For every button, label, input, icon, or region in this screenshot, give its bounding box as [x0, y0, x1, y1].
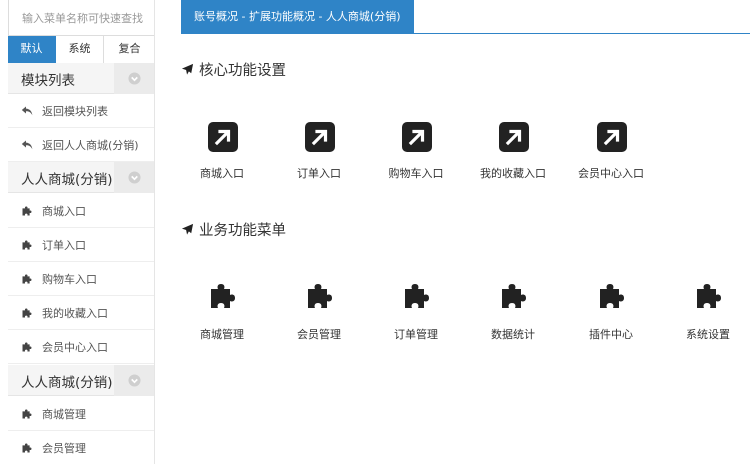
plane-icon: [181, 63, 194, 75]
sidebar-item-label: 会员中心入口: [42, 341, 108, 354]
external-link-icon: [499, 122, 529, 152]
sidebar-group-title: 人人商城(分销): [21, 375, 113, 391]
tile-cart-entry[interactable]: 购物车入口: [366, 121, 466, 201]
tile-label: 系统设置: [686, 328, 730, 341]
sidebar-item-back-shop[interactable]: 返回人人商城(分销): [8, 128, 154, 162]
puzzle-icon: [211, 284, 235, 308]
sidebar-item-member-entry[interactable]: 会员中心入口: [8, 330, 154, 364]
puzzle-icon: [502, 284, 526, 308]
tab-default[interactable]: 默认: [8, 36, 56, 63]
tab-system[interactable]: 系统: [56, 36, 104, 63]
main-content: 账号概况 - 扩展功能概况 - 人人商城(分销) 核心功能设置 商城入口 订单入…: [181, 0, 750, 464]
sidebar-item-back-modules[interactable]: 返回模块列表: [8, 94, 154, 128]
section-title-text: 业务功能菜单: [199, 223, 286, 239]
sidebar-item-label: 会员管理: [42, 442, 86, 455]
tile-label: 会员中心入口: [578, 167, 644, 180]
external-link-icon: [597, 122, 627, 152]
sidebar: 输入菜单名称可快速查找 默认 系统 复合 模块列表 返回模块列表 返回人人商城(…: [8, 0, 155, 464]
section-title-text: 核心功能设置: [199, 63, 286, 79]
sidebar-item-label: 购物车入口: [42, 273, 97, 286]
sidebar-group-title: 人人商城(分销): [21, 172, 113, 188]
sidebar-item-cart-entry[interactable]: 购物车入口: [8, 262, 154, 296]
menu-search-input[interactable]: 输入菜单名称可快速查找: [8, 0, 154, 36]
external-link-icon: [305, 122, 335, 152]
sidebar-group-title: 模块列表: [21, 73, 75, 89]
plane-icon: [181, 223, 194, 235]
collapse-toggle[interactable]: [114, 365, 154, 396]
tile-plugin-center[interactable]: 插件中心: [561, 280, 661, 360]
puzzle-icon: [22, 274, 32, 284]
puzzle-icon: [308, 284, 332, 308]
sidebar-item-label: 商城入口: [42, 205, 86, 218]
sidebar-item-label: 订单入口: [42, 239, 86, 252]
section-title-core: 核心功能设置: [181, 59, 286, 80]
puzzle-icon: [405, 284, 429, 308]
tile-label: 会员管理: [297, 328, 341, 341]
section-title-business: 业务功能菜单: [181, 219, 286, 240]
tile-label: 插件中心: [589, 328, 633, 341]
puzzle-icon: [22, 409, 32, 419]
reply-icon: [21, 106, 33, 116]
tile-data-stats[interactable]: 数据统计: [463, 280, 563, 360]
tile-label: 数据统计: [491, 328, 535, 341]
sidebar-item-label: 返回模块列表: [42, 105, 108, 118]
chevron-down-circle-icon: [128, 374, 141, 387]
collapse-toggle[interactable]: [114, 63, 154, 94]
breadcrumb-bar: 账号概况 - 扩展功能概况 - 人人商城(分销): [181, 0, 750, 34]
chevron-down-circle-icon: [128, 171, 141, 184]
sidebar-item-label: 我的收藏入口: [42, 307, 108, 320]
sidebar-item-shop-entry[interactable]: 商城入口: [8, 194, 154, 228]
tile-shop-entry[interactable]: 商城入口: [172, 121, 272, 201]
sidebar-group-modules[interactable]: 模块列表: [8, 63, 154, 94]
tile-member-entry[interactable]: 会员中心入口: [561, 121, 661, 201]
tile-label: 商城管理: [200, 328, 244, 341]
sidebar-item-member-manage[interactable]: 会员管理: [8, 431, 154, 464]
sidebar-item-order-entry[interactable]: 订单入口: [8, 228, 154, 262]
sidebar-item-label: 返回人人商城(分销): [42, 139, 139, 152]
tile-order-entry[interactable]: 订单入口: [269, 121, 369, 201]
puzzle-icon: [22, 443, 32, 453]
external-link-icon: [208, 122, 238, 152]
sidebar-group-shop-manage[interactable]: 人人商城(分销): [8, 365, 154, 396]
tile-label: 订单入口: [297, 167, 341, 180]
collapse-toggle[interactable]: [114, 162, 154, 193]
sidebar-group-shop[interactable]: 人人商城(分销): [8, 162, 154, 193]
puzzle-icon: [22, 308, 32, 318]
puzzle-icon: [22, 342, 32, 352]
tile-label: 订单管理: [394, 328, 438, 341]
sidebar-tabs: 默认 系统 复合: [8, 36, 154, 63]
tile-member-manage[interactable]: 会员管理: [269, 280, 369, 360]
tile-system-settings[interactable]: 系统设置: [658, 280, 750, 360]
sidebar-item-shop-manage[interactable]: 商城管理: [8, 397, 154, 431]
puzzle-icon: [22, 240, 32, 250]
puzzle-icon: [22, 206, 32, 216]
sidebar-item-favorites-entry[interactable]: 我的收藏入口: [8, 296, 154, 330]
tile-favorites-entry[interactable]: 我的收藏入口: [463, 121, 563, 201]
tile-shop-manage[interactable]: 商城管理: [172, 280, 272, 360]
tile-label: 购物车入口: [388, 167, 444, 180]
external-link-icon: [402, 122, 432, 152]
sidebar-item-label: 商城管理: [42, 408, 86, 421]
chevron-down-circle-icon: [128, 72, 141, 85]
puzzle-icon: [600, 284, 624, 308]
tab-composite[interactable]: 复合: [104, 36, 154, 63]
tile-label: 商城入口: [200, 167, 244, 180]
reply-icon: [21, 140, 33, 150]
tile-order-manage[interactable]: 订单管理: [366, 280, 466, 360]
puzzle-icon: [697, 284, 721, 308]
tile-label: 我的收藏入口: [480, 167, 546, 180]
breadcrumb[interactable]: 账号概况 - 扩展功能概况 - 人人商城(分销): [181, 0, 414, 34]
